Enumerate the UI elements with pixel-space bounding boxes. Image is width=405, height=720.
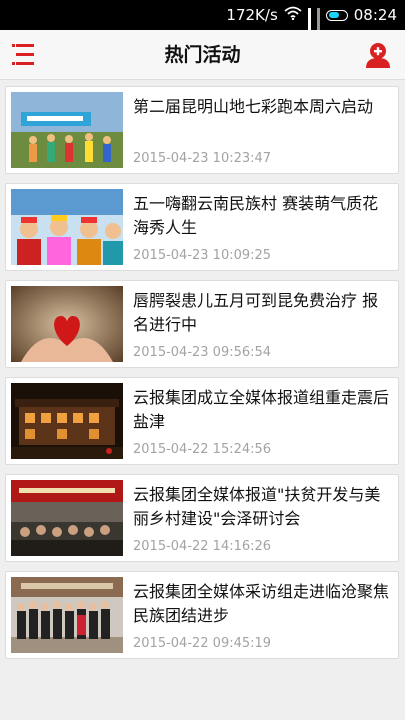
status-bar: 172K/s 08:24 xyxy=(0,0,405,52)
wifi-icon xyxy=(284,6,302,24)
app-header: 热门活动 xyxy=(0,30,405,80)
article-time: 2015-04-23 10:09:25 xyxy=(133,248,272,263)
list-item[interactable]: 云报集团全媒体报道"扶贫开发与美丽乡村建设"会泽研讨会 2015-04-22 1… xyxy=(5,474,399,562)
article-time: 2015-04-23 09:56:54 xyxy=(133,345,272,360)
battery-icon xyxy=(325,9,348,21)
article-title: 五一嗨翻云南民族村 赛装萌气质花海秀人生 xyxy=(133,194,379,237)
signal-icon xyxy=(316,8,320,42)
page-title: 热门活动 xyxy=(164,44,241,66)
article-title: 唇腭裂患儿五月可到昆免费治疗 报名进行中 xyxy=(133,291,379,334)
article-title: 第二届昆明山地七彩跑本周六启动 xyxy=(133,97,374,116)
article-thumbnail xyxy=(11,286,123,362)
article-time: 2015-04-22 09:45:19 xyxy=(133,636,272,651)
article-title: 云报集团全媒体采访组走进临沧聚焦民族团结进步 xyxy=(133,582,390,625)
article-thumbnail xyxy=(11,92,123,168)
article-thumbnail xyxy=(11,383,123,459)
signal-1x-icon xyxy=(307,8,311,52)
clock: 08:24 xyxy=(353,6,397,24)
list-item[interactable]: 云报集团全媒体采访组走进临沧聚焦民族团结进步 2015-04-22 09:45:… xyxy=(5,571,399,659)
article-title: 云报集团成立全媒体报道组重走震后盐津 xyxy=(133,388,390,431)
article-time: 2015-04-22 15:24:56 xyxy=(133,442,272,457)
list-item[interactable]: 第二届昆明山地七彩跑本周六启动 2015-04-23 10:23:47 xyxy=(5,86,399,174)
article-title: 云报集团全媒体报道"扶贫开发与美丽乡村建设"会泽研讨会 xyxy=(133,485,381,528)
add-user-button[interactable] xyxy=(365,41,391,69)
list-item[interactable]: 五一嗨翻云南民族村 赛装萌气质花海秀人生 2015-04-23 10:09:25 xyxy=(5,183,399,271)
article-thumbnail xyxy=(11,189,123,265)
article-thumbnail xyxy=(11,480,123,556)
article-time: 2015-04-22 14:16:26 xyxy=(133,539,272,554)
network-speed: 172K/s xyxy=(226,6,278,24)
list-item[interactable]: 唇腭裂患儿五月可到昆免费治疗 报名进行中 2015-04-23 09:56:54 xyxy=(5,280,399,368)
article-time: 2015-04-23 10:23:47 xyxy=(133,151,272,166)
list-item[interactable]: 云报集团成立全媒体报道组重走震后盐津 2015-04-22 15:24:56 xyxy=(5,377,399,465)
user-add-icon xyxy=(366,43,390,68)
article-thumbnail xyxy=(11,577,123,653)
